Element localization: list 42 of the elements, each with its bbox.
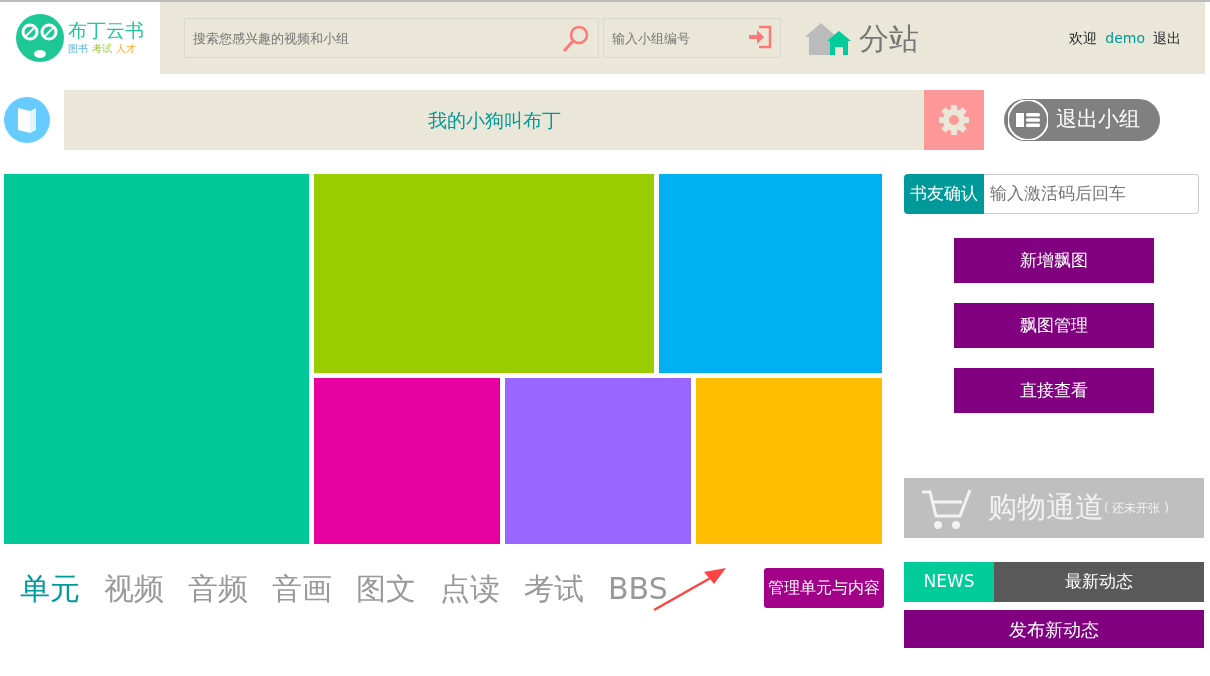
activation-label: 书友确认 <box>904 174 984 214</box>
book-icon <box>4 97 50 143</box>
logo-tag: 考试 <box>92 40 112 56</box>
manage-units-button[interactable]: 管理单元与内容 <box>764 568 884 608</box>
category-tab[interactable]: 考试 <box>524 565 584 611</box>
action-button[interactable]: 飘图管理 <box>954 303 1154 348</box>
logo-tag: 图书 <box>68 40 88 56</box>
color-tile[interactable] <box>696 378 882 544</box>
category-tab[interactable]: 单元 <box>20 565 80 611</box>
action-button[interactable]: 直接查看 <box>954 368 1154 413</box>
category-tab[interactable]: 图文 <box>356 565 416 611</box>
settings-button[interactable] <box>924 90 984 150</box>
enter-icon <box>747 24 773 50</box>
logo-icon <box>16 14 64 62</box>
category-tab[interactable]: 点读 <box>440 565 500 611</box>
settings-icon <box>937 103 971 137</box>
list-icon <box>1008 100 1048 140</box>
substation-link[interactable]: 分站 <box>859 15 919 61</box>
category-tab[interactable]: 视频 <box>104 565 164 611</box>
username-link[interactable]: demo <box>1105 27 1145 49</box>
welcome-text: 欢迎 <box>1069 28 1098 48</box>
category-tab[interactable]: 音画 <box>272 565 332 611</box>
news-tag: NEWS <box>904 562 994 602</box>
color-tile[interactable] <box>505 378 691 544</box>
news-title: 最新动态 <box>994 562 1204 602</box>
activation-code-field[interactable]: 输入激活码后回车 <box>984 174 1199 214</box>
group-title: 我的小狗叫布丁 <box>64 90 924 150</box>
post-news-button[interactable]: 发布新动态 <box>904 610 1204 648</box>
color-tile[interactable] <box>314 378 500 544</box>
group-code-field[interactable]: 输入小组编号 <box>603 18 781 58</box>
logo-text: 布丁云书 <box>68 20 144 41</box>
logo-tag: 人才 <box>116 40 136 56</box>
category-tab[interactable]: 音频 <box>188 565 248 611</box>
color-tile[interactable] <box>4 174 309 544</box>
logout-link[interactable]: 退出 <box>1153 27 1181 49</box>
color-tile[interactable] <box>314 174 654 373</box>
action-button[interactable]: 新增飘图 <box>954 238 1154 283</box>
search-icon <box>561 24 591 54</box>
color-tile[interactable] <box>659 174 882 373</box>
category-tab[interactable]: BBS <box>608 565 668 611</box>
search-field[interactable]: 搜索您感兴趣的视频和小组 <box>184 18 599 58</box>
exit-group-button[interactable]: 退出小组 <box>1004 99 1160 141</box>
